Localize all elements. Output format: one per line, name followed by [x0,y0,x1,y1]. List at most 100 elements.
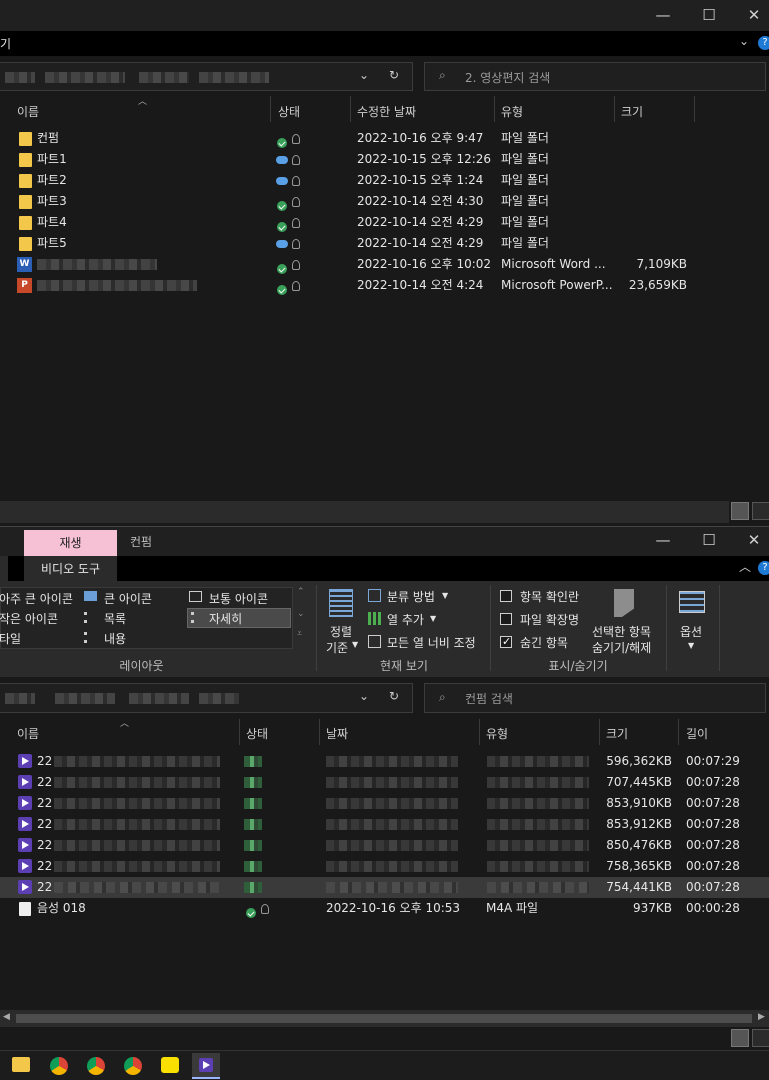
table-row[interactable]: 음성 018 2022-10-16 오후 10:53 M4A 파일 937KB … [0,898,769,919]
large-icons-view-icon[interactable] [752,502,769,520]
sort-by-label-line1[interactable]: 정렬 [330,623,352,640]
chrome-icon[interactable] [50,1057,68,1075]
address-bar[interactable]: ⌄ ↻ [0,62,413,91]
size-all-columns-button[interactable]: 모든 열 너비 조정 [387,634,476,651]
gallery-scroll-up-icon[interactable]: ⌃ [297,587,305,597]
taskbar-active-app[interactable] [192,1053,220,1079]
close-button[interactable]: ✕ [731,0,769,30]
hidden-items-checkbox[interactable] [500,636,512,648]
chrome-icon[interactable] [124,1057,142,1075]
column-separator[interactable] [599,719,600,745]
column-header-status[interactable]: 상태 [246,725,268,742]
list-item[interactable]: 파트2 2022-10-15 오후 1:24 파일 폴더 [0,170,769,191]
column-header-size[interactable]: 크기 [621,103,643,120]
chevron-down-icon[interactable]: ⌄ [359,68,369,82]
details-view-icon[interactable] [731,502,749,520]
large-icons-option[interactable]: 큰 아이콘 [104,590,152,607]
help-icon[interactable]: ? [758,561,769,575]
search-box[interactable]: ⌕ 2. 영상편지 검색 [424,62,766,91]
column-separator[interactable] [270,96,271,122]
column-separator[interactable] [494,96,495,122]
extra-large-icons-option[interactable]: 아주 큰 아이콘 [0,590,73,607]
scrollbar-thumb[interactable] [16,1014,752,1023]
tab-video-tools[interactable]: 비디오 도구 [24,556,117,581]
minimize-button[interactable]: — [640,0,686,30]
table-row[interactable]: 22 850,476KB 00:07:28 [0,835,769,856]
group-by-button[interactable]: 분류 방법 [387,588,435,605]
column-separator[interactable] [239,719,240,745]
column-separator[interactable] [319,719,320,745]
details-option[interactable]: 자세히 [209,610,242,627]
search-box[interactable]: ⌕ 컨펌 검색 [424,683,766,713]
address-bar[interactable]: ⌄ ↻ [0,683,413,713]
chrome-icon[interactable] [87,1057,105,1075]
list-item[interactable]: 파트5 2022-10-14 오전 4:29 파일 폴더 [0,233,769,254]
column-separator[interactable] [694,96,695,122]
horizontal-scrollbar[interactable] [0,501,729,523]
column-header-name[interactable]: 이름 [17,103,39,120]
column-separator[interactable] [479,719,480,745]
tab-partial[interactable] [0,556,8,581]
gallery-expand-icon[interactable]: ⩡ [297,629,302,639]
list-item[interactable]: 파트3 2022-10-14 오전 4:30 파일 폴더 [0,191,769,212]
table-row[interactable]: 22 758,365KB 00:07:28 [0,856,769,877]
refresh-icon[interactable]: ↻ [389,68,399,82]
maximize-button[interactable]: ☐ [686,525,732,555]
help-icon[interactable]: ? [758,36,769,50]
file-extensions-checkbox[interactable] [500,613,512,625]
tab-play[interactable]: 재생 [24,530,117,557]
horizontal-scrollbar[interactable]: ◀ ▶ [0,1010,769,1027]
refresh-icon[interactable]: ↻ [389,689,399,703]
item-checkboxes-checkbox[interactable] [500,590,512,602]
date-modified: 2022-10-14 오전 4:29 [357,215,484,229]
file-type: 파일 폴더 [501,236,549,250]
content-option[interactable]: 내용 [104,630,126,647]
duration: 00:07:28 [686,880,740,894]
minimize-button[interactable]: — [640,525,686,555]
column-header-date-modified[interactable]: 수정한 날짜 [357,103,416,120]
tiles-option[interactable]: 타일 [0,630,21,647]
table-row-selected[interactable]: 22 754,441KB 00:07:28 [0,877,769,898]
chevron-up-icon[interactable]: ︿ [739,558,751,575]
list-item[interactable]: 파트1 2022-10-15 오후 12:26 파일 폴더 [0,149,769,170]
chevron-down-icon[interactable]: ⌄ [739,34,749,48]
column-header-status[interactable]: 상태 [278,103,300,120]
column-header-size[interactable]: 크기 [606,725,628,742]
column-header-length[interactable]: 길이 [686,725,708,742]
ribbon-tab-partial[interactable]: 기 [0,35,11,52]
column-header-type[interactable]: 유형 [486,725,508,742]
list-option[interactable]: 목록 [104,610,126,627]
medium-icons-option[interactable]: 보통 아이콘 [209,590,268,607]
table-row[interactable]: 22 596,362KB 00:07:29 [0,751,769,772]
sort-by-label-line2[interactable]: 기준 [326,639,348,656]
column-header-name[interactable]: 이름 [17,725,39,742]
column-separator[interactable] [350,96,351,122]
hide-selected-label-line1[interactable]: 선택한 항목 [592,623,651,640]
gallery-scroll-down-icon[interactable]: ⌄ [297,609,305,619]
chevron-down-icon[interactable]: ⌄ [359,689,369,703]
file-explorer-icon[interactable] [12,1057,30,1072]
details-view-icon[interactable] [731,1029,749,1047]
large-icons-view-icon[interactable] [752,1029,769,1047]
medium-icons-icon [189,591,202,602]
list-item[interactable]: P 2022-10-14 오전 4:24 Microsoft PowerP...… [0,275,769,296]
hide-selected-label-line2[interactable]: 숨기기/해제 [592,639,651,656]
scroll-left-icon[interactable]: ◀ [3,1012,10,1022]
list-item[interactable]: 파트4 2022-10-14 오전 4:29 파일 폴더 [0,212,769,233]
options-button[interactable]: 옵션 [680,623,702,640]
table-row[interactable]: 22 707,445KB 00:07:28 [0,772,769,793]
scroll-right-icon[interactable]: ▶ [758,1012,765,1022]
column-separator[interactable] [678,719,679,745]
small-icons-option[interactable]: 작은 아이콘 [0,610,58,627]
column-separator[interactable] [614,96,615,122]
close-button[interactable]: ✕ [731,525,769,555]
maximize-button[interactable]: ☐ [686,0,732,30]
table-row[interactable]: 22 853,912KB 00:07:28 [0,814,769,835]
column-header-date[interactable]: 날짜 [326,725,348,742]
table-row[interactable]: 22 853,910KB 00:07:28 [0,793,769,814]
kakaotalk-icon[interactable] [161,1057,179,1073]
add-columns-button[interactable]: 열 추가 [387,611,424,628]
list-item[interactable]: W 2022-10-16 오후 10:02 Microsoft Word ...… [0,254,769,275]
column-header-type[interactable]: 유형 [501,103,523,120]
list-item[interactable]: 컨펌 2022-10-16 오후 9:47 파일 폴더 [0,128,769,149]
